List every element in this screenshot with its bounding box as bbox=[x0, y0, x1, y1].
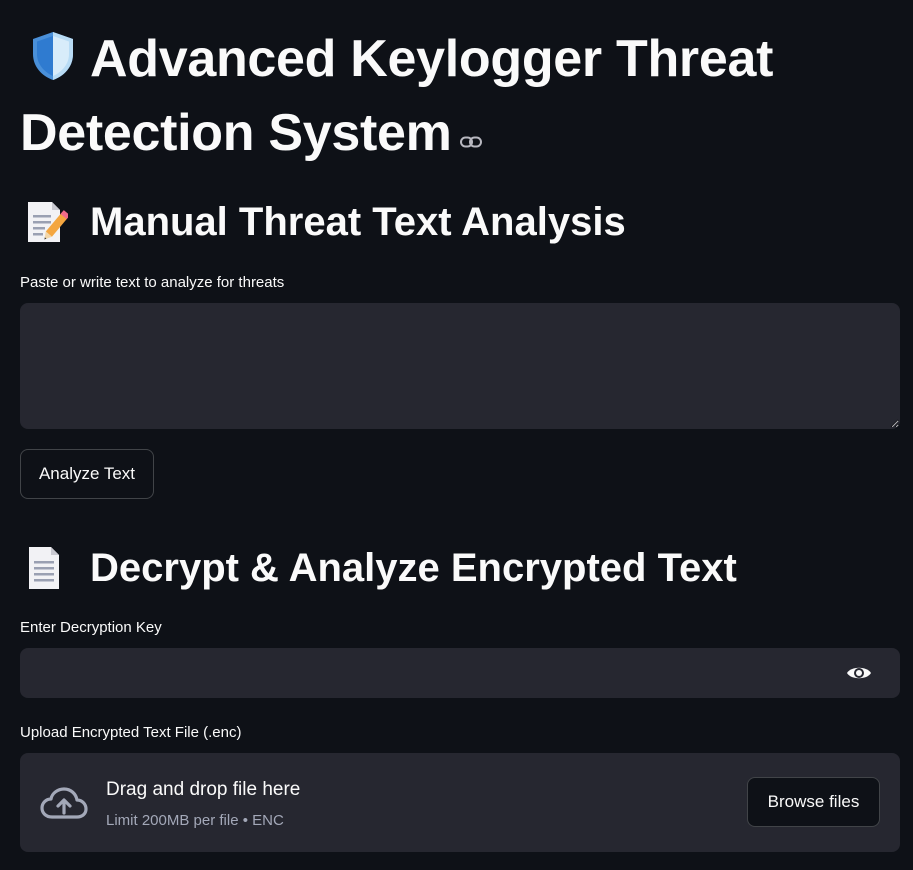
dropzone-instruction: Drag and drop file here bbox=[106, 779, 301, 800]
threat-text-input[interactable] bbox=[20, 303, 900, 429]
browse-files-button[interactable]: Browse files bbox=[747, 777, 880, 827]
file-dropzone[interactable]: Drag and drop file here Limit 200MB per … bbox=[20, 753, 900, 852]
decryption-key-input[interactable] bbox=[20, 648, 820, 698]
page-title-text: Advanced Keylogger Threat Detection Syst… bbox=[20, 30, 774, 162]
page-title: Advanced Keylogger Threat Detection Syst… bbox=[20, 26, 880, 166]
manual-analysis-heading-text: Manual Threat Text Analysis bbox=[90, 200, 626, 244]
decryption-key-field bbox=[20, 648, 900, 698]
upload-label: Upload Encrypted Text File (.enc) bbox=[20, 724, 242, 741]
shield-icon bbox=[30, 30, 76, 98]
dropzone-limit-text: Limit 200MB per file • ENC bbox=[106, 812, 284, 829]
app-page: Advanced Keylogger Threat Detection Syst… bbox=[0, 0, 913, 870]
show-password-eye-icon[interactable] bbox=[846, 664, 872, 682]
analyze-text-button[interactable]: Analyze Text bbox=[20, 449, 154, 499]
decryption-key-label: Enter Decryption Key bbox=[20, 619, 162, 636]
threat-text-label: Paste or write text to analyze for threa… bbox=[20, 274, 285, 291]
manual-analysis-heading: Manual Threat Text Analysis bbox=[20, 198, 626, 246]
decrypt-heading: Decrypt & Analyze Encrypted Text bbox=[20, 544, 737, 592]
link-icon[interactable] bbox=[459, 98, 482, 164]
cloud-upload-icon bbox=[40, 787, 88, 824]
page-icon bbox=[20, 544, 68, 592]
memo-icon bbox=[20, 198, 70, 246]
decrypt-heading-text: Decrypt & Analyze Encrypted Text bbox=[90, 546, 737, 590]
